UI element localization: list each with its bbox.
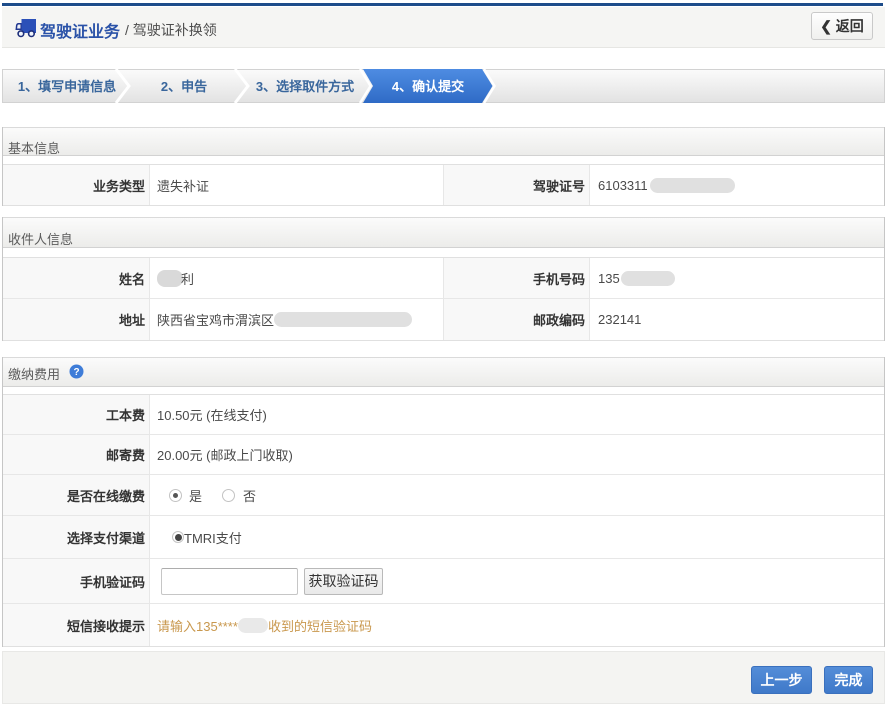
svg-text:2、申告: 2、申告	[161, 79, 207, 94]
svg-text:3、选择取件方式: 3、选择取件方式	[256, 79, 354, 94]
svg-text:4、确认提交: 4、确认提交	[392, 79, 464, 94]
svg-text:?: ?	[73, 367, 79, 378]
svg-text:1、填写申请信息: 1、填写申请信息	[18, 79, 116, 94]
